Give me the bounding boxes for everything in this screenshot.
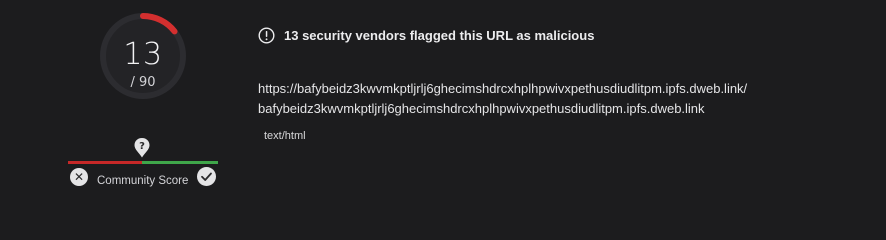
community-score-positive-bar: [142, 161, 218, 164]
url-line: https://bafybeidz3kwvmkptljrlj6ghecimshd…: [258, 81, 748, 96]
svg-text:?: ?: [139, 141, 145, 152]
community-score-negative-bar: [68, 161, 142, 164]
community-score-label: Community Score: [97, 175, 189, 187]
detection-total: / 90: [130, 75, 156, 90]
x-icon[interactable]: ✕: [70, 168, 88, 186]
check-icon[interactable]: [197, 167, 216, 186]
question-pin-icon: ?: [133, 137, 151, 159]
scanned-url: https://bafybeidz3kwvmkptljrlj6ghecimshd…: [258, 79, 747, 118]
url-report-summary: 13 / 90 ? ✕ Community Score 13 security …: [0, 0, 886, 207]
detection-score-gauge: 13 / 90: [97, 10, 189, 102]
alert-text: 13 security vendors flagged this URL as …: [284, 28, 595, 43]
info-circle-icon: [258, 27, 275, 44]
content-type-tag: text/html: [258, 127, 312, 145]
url-line: bafybeidz3kwvmkptljrlj6ghecimshdrcxhplhp…: [258, 100, 705, 116]
detection-count: 13: [123, 37, 163, 72]
malicious-alert: 13 security vendors flagged this URL as …: [258, 27, 594, 44]
community-score-bar: [68, 161, 218, 164]
